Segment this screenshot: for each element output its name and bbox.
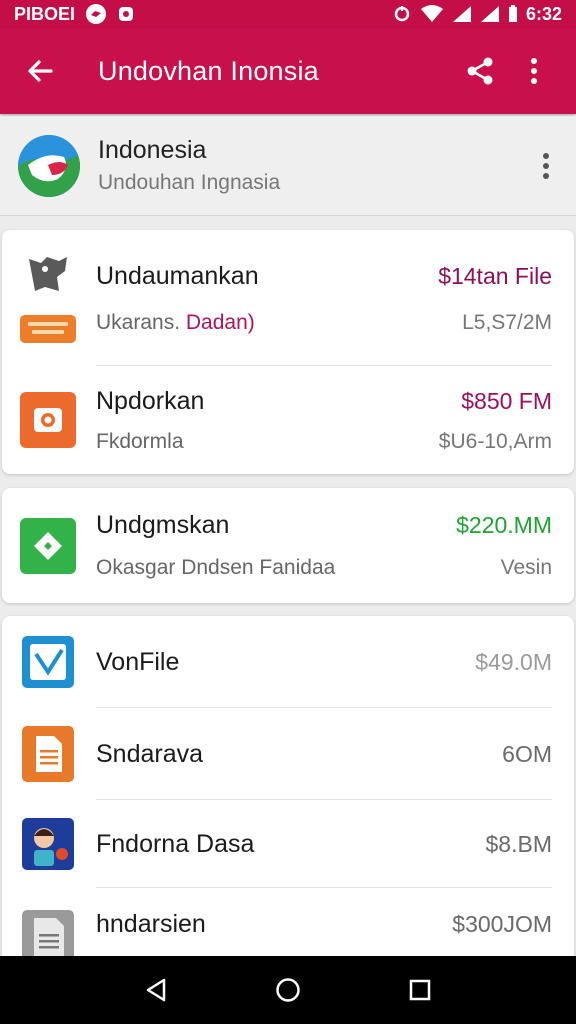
row-body: Undgmskan $220.MM Okasgar Dndsen Fanidaa… <box>96 511 552 580</box>
row-value: $14tan File <box>438 262 552 289</box>
header-subtitle: Undouhan Ingnasia <box>98 171 281 194</box>
row-value: 6OM <box>502 740 552 767</box>
file-gray-icon <box>20 253 76 343</box>
indonesia-logo-icon <box>18 134 80 197</box>
row-value-secondary: Vesin <box>500 556 552 579</box>
download-card-1: Undaumankan $14tan File Ukarans. Dadan) … <box>2 230 574 474</box>
app-bar: Undovhan Inonsia <box>0 28 576 114</box>
row-title: Npdorkan <box>96 386 205 415</box>
row-subtitle-accent: Dadan) <box>185 310 255 334</box>
row-line-top: Fndorna Dasa $8.BM <box>96 830 552 859</box>
signal-icon <box>452 5 472 23</box>
row-value-secondary: $U6-10,Arm <box>438 429 552 453</box>
row-body: Npdorkan $850 FM Fkdormla $U6-10,Arm <box>96 387 552 454</box>
list-item[interactable]: Undgmskan $220.MM Okasgar Dndsen Fanidaa… <box>2 488 574 603</box>
row-title: Undaumankan <box>96 261 259 290</box>
status-right: 6:32 <box>392 4 562 25</box>
system-nav-bar <box>0 956 576 1024</box>
row-value: $49.0M <box>475 648 552 675</box>
row-subtitle: Okasgar Dndsen Fanidaa <box>96 556 336 579</box>
status-left: PIBOEI <box>14 3 135 25</box>
row-value: $300JOM <box>452 911 552 937</box>
row-title: hndarsien <box>96 910 206 938</box>
row-value-secondary: L5,S7/2M <box>462 310 552 334</box>
download-card-3: VonFile $49.0M Sndarava 6OM Fndorna Dasa… <box>2 616 574 976</box>
country-header[interactable]: Indonesia Undouhan Ingnasia <box>0 116 576 216</box>
row-body: Undaumankan $14tan File Ukarans. Dadan) … <box>96 262 552 335</box>
row-line-top: Undaumankan $14tan File <box>96 262 552 291</box>
row-line-top: VonFile $49.0M <box>96 648 552 677</box>
header-text: Indonesia Undouhan Ingnasia <box>98 136 534 195</box>
row-value: $8.BM <box>485 830 552 857</box>
more-vert-icon[interactable] <box>512 49 556 93</box>
list-item[interactable]: Npdorkan $850 FM Fkdormla $U6-10,Arm <box>2 366 574 474</box>
row-body: hndarsien $300JOM <box>96 910 552 939</box>
row-title: Sndarava <box>96 739 204 768</box>
camera-orange-icon <box>20 392 76 448</box>
list-item[interactable]: Sndarava 6OM <box>2 708 574 800</box>
carrier-text: PIBOEI <box>14 3 76 24</box>
list-item[interactable]: VonFile $49.0M <box>2 616 574 708</box>
download-card-2: Undgmskan $220.MM Okasgar Dndsen Fanidaa… <box>2 488 574 603</box>
list-item[interactable]: Undaumankan $14tan File Ukarans. Dadan) … <box>2 230 574 366</box>
app-bar-title: Undovhan Inonsia <box>98 55 319 86</box>
row-subtitle: Ukarans. Dadan) <box>96 311 255 335</box>
status-time: 6:32 <box>525 3 562 24</box>
row-title: Fndorna Dasa <box>96 829 255 858</box>
notification-app-icon <box>117 5 135 23</box>
header-more-icon[interactable] <box>534 146 558 186</box>
row-line-top: hndarsien $300JOM <box>96 910 552 939</box>
row-body: Sndarava 6OM <box>96 740 552 769</box>
row-body: VonFile $49.0M <box>96 648 552 677</box>
signal-icon-2 <box>480 5 500 23</box>
nav-home-icon[interactable] <box>268 970 308 1010</box>
row-line-top: Sndarava 6OM <box>96 740 552 769</box>
row-line-bottom: Ukarans. Dadan) L5,S7/2M <box>96 291 552 335</box>
row-line-top: Npdorkan $850 FM <box>96 387 552 416</box>
row-line-bottom: Okasgar Dndsen Fanidaa Vesin <box>96 540 552 580</box>
wifi-icon <box>420 5 444 23</box>
row-title: VonFile <box>96 647 180 676</box>
share-icon[interactable] <box>458 49 502 93</box>
character-app-icon <box>20 816 76 872</box>
row-body: Fndorna Dasa $8.BM <box>96 830 552 859</box>
battery-icon <box>508 5 518 23</box>
row-subtitle: Fkdormla <box>96 429 184 453</box>
document-orange-icon <box>20 726 76 782</box>
nav-recents-icon[interactable] <box>400 970 440 1010</box>
row-subtitle-text: Ukarans. <box>96 310 186 334</box>
back-arrow-icon[interactable] <box>20 51 60 91</box>
row-line-bottom: Fkdormla $U6-10,Arm <box>96 416 552 454</box>
blue-check-icon <box>20 634 76 690</box>
header-title: Indonesia <box>98 136 207 164</box>
row-value: $220.MM <box>456 512 552 538</box>
vpn-key-icon <box>392 4 412 24</box>
list-item[interactable]: Fndorna Dasa $8.BM <box>2 800 574 888</box>
row-value: $850 FM <box>461 387 552 414</box>
row-title: Undgmskan <box>96 511 230 539</box>
status-bar: PIBOEI 6:32 <box>0 0 576 28</box>
nav-back-icon[interactable] <box>136 970 176 1010</box>
row-line-top: Undgmskan $220.MM <box>96 511 552 540</box>
green-app-icon <box>20 517 76 574</box>
circle-logo-icon <box>85 3 107 25</box>
